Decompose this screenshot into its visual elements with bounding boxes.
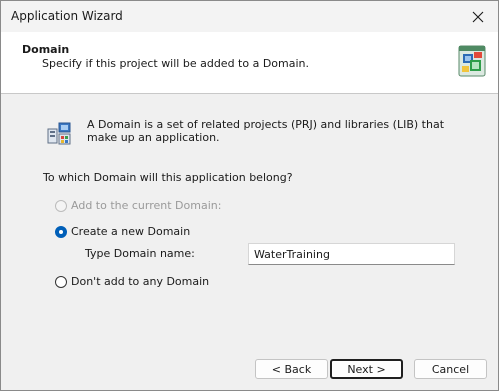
dont-add-domain-label[interactable]: Don't add to any Domain	[71, 275, 209, 288]
cancel-button[interactable]: Cancel	[414, 359, 487, 379]
back-button[interactable]: < Back	[255, 359, 328, 379]
wizard-header: Domain Specify if this project will be a…	[1, 32, 498, 94]
next-button[interactable]: Next >	[330, 359, 403, 379]
add-current-domain-label: Add to the current Domain:	[71, 199, 222, 212]
domain-name-label: Type Domain name:	[85, 247, 195, 260]
create-new-domain-option[interactable]: Create a new Domain	[55, 225, 190, 238]
wizard-page-icon	[458, 45, 486, 77]
page-title: Domain	[22, 43, 70, 56]
create-new-domain-radio[interactable]	[55, 225, 67, 238]
domain-icon	[47, 122, 71, 145]
close-button[interactable]	[458, 1, 498, 32]
page-subtitle: Specify if this project will be added to…	[42, 57, 310, 70]
domain-question: To which Domain will this application be…	[43, 171, 293, 184]
dont-add-domain-option[interactable]: Don't add to any Domain	[55, 275, 209, 288]
close-icon	[472, 11, 484, 22]
add-current-domain-option: Add to the current Domain:	[55, 199, 221, 212]
dont-add-domain-radio[interactable]	[55, 275, 67, 288]
application-wizard-window: Application Wizard Domain Specify if thi…	[0, 0, 499, 391]
add-current-domain-radio	[55, 199, 67, 212]
domain-name-input[interactable]	[248, 243, 455, 265]
create-new-domain-label[interactable]: Create a new Domain	[71, 225, 190, 238]
domain-description: A Domain is a set of related projects (P…	[87, 118, 445, 144]
window-title: Application Wizard	[11, 9, 123, 23]
title-bar: Application Wizard	[1, 1, 498, 32]
